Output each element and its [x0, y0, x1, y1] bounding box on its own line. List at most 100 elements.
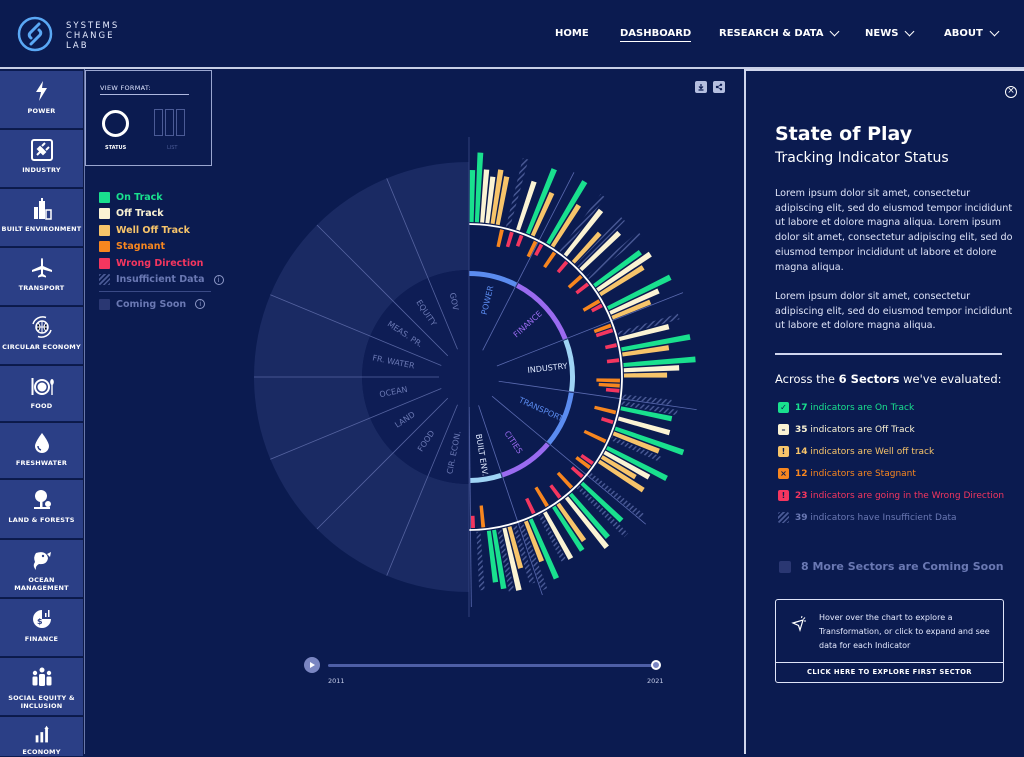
indicator-bar-on	[469, 170, 476, 223]
stat-count: 39	[795, 512, 808, 523]
timeline-end-label: 2021	[647, 677, 664, 685]
timeline-handle[interactable]	[651, 660, 661, 670]
sidebar-item-label: FINANCE	[24, 635, 59, 643]
sidebar-item-label: OCEAN MANAGEMENT	[14, 576, 69, 592]
stat-label: indicators are Off Track	[807, 424, 915, 435]
explore-first-sector-button[interactable]: CLICK HERE TO EXPLORE FIRST SECTOR	[776, 662, 1003, 683]
sidebar-item-social-equity-inclusion[interactable]: SOCIAL EQUITY & INCLUSION	[0, 658, 83, 716]
nav-label: ABOUT	[944, 28, 983, 39]
sector-divider	[468, 406, 472, 607]
people-icon	[32, 667, 51, 686]
stat-text: 35 indicators are Off Track	[795, 425, 915, 435]
sidebar-item-power[interactable]: POWER	[0, 71, 83, 129]
stat-text: 39 indicators have Insufficient Data	[795, 513, 957, 523]
indicator-stat-row: × 12 indicators are Stagnant	[778, 468, 916, 479]
sidebar-item-circular-economy[interactable]: CIRCULAR ECONOMY	[0, 307, 83, 365]
insufficient-data-icon	[778, 512, 789, 523]
indicator-bar-wrong	[470, 515, 476, 528]
indicator-bar-on	[525, 168, 557, 235]
sidebar-item-finance[interactable]: $ FINANCE	[0, 599, 83, 657]
stat-count: 23	[795, 490, 808, 501]
sector-label: INDUSTRY	[527, 361, 568, 374]
summary-bold: 6 Sectors	[838, 372, 900, 386]
indicator-bar-wrong	[505, 231, 514, 248]
nav-label: NEWS	[865, 28, 899, 39]
sidebar-item-label: ECONOMY	[22, 748, 61, 756]
globe-recycle-icon	[31, 316, 52, 338]
indicator-bar-stag	[534, 486, 549, 508]
timeline-track[interactable]	[328, 664, 656, 667]
chevron-down-icon	[904, 26, 915, 37]
stat-count: 14	[795, 446, 808, 457]
indicator-bar-wrong	[605, 387, 620, 393]
nav-label: DASHBOARD	[620, 28, 692, 39]
sidebar-item-label: FRESHWATER	[15, 459, 68, 467]
indicator-bar-stag	[556, 471, 574, 489]
indicator-bar-wrong	[575, 282, 590, 295]
nav-about[interactable]: ABOUT	[944, 26, 1000, 39]
indicator-stat-row: 39 indicators have Insufficient Data	[778, 512, 957, 523]
indicator-bar-on	[614, 426, 685, 456]
indicator-bar-stag	[583, 429, 607, 444]
timeline-start-label: 2011	[328, 677, 345, 685]
plug-icon	[30, 139, 53, 161]
summary-text: we've evaluated:	[899, 372, 1002, 386]
status-icon: ×	[778, 468, 789, 479]
indicator-bar-na	[506, 158, 529, 228]
nav-dashboard[interactable]: DASHBOARD	[620, 28, 692, 42]
coming-soon-text: 8 More Sectors are Coming Soon	[801, 560, 1004, 573]
stat-label: indicators are going in the Wrong Direct…	[807, 490, 1005, 501]
indicator-bar-wrong	[556, 260, 569, 274]
top-navigation-bar: SYSTEMS CHANGE LAB HOME DASHBOARD RESEAR…	[0, 0, 1024, 69]
sidebar-item-label: LAND & FORESTS	[8, 516, 75, 524]
indicator-stat-row: –35 indicators are Off Track	[778, 424, 915, 435]
radial-status-chart[interactable]: CIR. ECON.FOODLANDOCEANFR. WATERMEAS. PR…	[84, 70, 744, 650]
indicator-bar-wrong	[549, 484, 562, 499]
stat-count: 17	[795, 402, 808, 413]
hover-hint-text: Hover over the chart to explore a Transf…	[819, 613, 990, 650]
play-button[interactable]	[304, 657, 320, 673]
nav-label: RESEARCH & DATA	[719, 28, 824, 39]
indicator-bar-stag	[594, 405, 617, 415]
indicator-bar-off	[596, 251, 652, 292]
sidebar-item-ocean-management[interactable]: OCEAN MANAGEMENT	[0, 540, 83, 598]
nav-news[interactable]: NEWS	[865, 26, 915, 39]
stat-label: indicators are Stagnant	[807, 468, 916, 479]
sidebar-item-industry[interactable]: INDUSTRY	[0, 130, 83, 188]
nav-research-data[interactable]: RESEARCH & DATA	[719, 26, 840, 39]
brand-name: SYSTEMS CHANGE LAB	[66, 21, 119, 51]
panel-subtitle: Tracking Indicator Status	[775, 150, 949, 166]
sidebar-item-transport[interactable]: TRANSPORT	[0, 248, 83, 306]
hover-hint-box: Hover over the chart to explore a Transf…	[775, 599, 1004, 683]
sidebar-item-label: INDUSTRY	[22, 166, 61, 174]
sector-label: TRANSPORT	[517, 395, 565, 423]
sidebar-item-freshwater[interactable]: FRESHWATER	[0, 423, 83, 479]
systems-change-lab-logo[interactable]	[17, 16, 53, 52]
indicator-bar-stag	[596, 378, 620, 383]
sidebar-item-label: SOCIAL EQUITY & INCLUSION	[8, 694, 75, 710]
sidebar-item-economy[interactable]: ECONOMY	[0, 717, 83, 757]
coming-soon-swatch	[779, 560, 791, 573]
stat-text: 17 indicators are On Track	[795, 403, 914, 413]
sidebar-item-food[interactable]: FOOD	[0, 366, 83, 422]
sectors-summary: Across the 6 Sectors we've evaluated:	[775, 372, 1002, 386]
indicator-stat-row: ! 23 indicators are going in the Wrong Di…	[778, 490, 1004, 501]
stat-label: indicators are On Track	[807, 402, 915, 413]
sidebar-item-land-forests[interactable]: LAND & FORESTS	[0, 480, 83, 539]
plate-cutlery-icon	[31, 378, 54, 395]
buildings-icon	[33, 198, 52, 220]
stat-label: indicators have Insufficient Data	[807, 512, 957, 523]
brand-line: SYSTEMS	[66, 21, 120, 31]
indicator-stat-row: ! 14 indicators are Well off track	[778, 446, 934, 457]
sector-label: POWER	[480, 284, 496, 315]
nav-home[interactable]: HOME	[555, 28, 589, 39]
finance-pie-icon: $	[32, 610, 51, 628]
close-button[interactable]: ×	[1005, 86, 1017, 98]
status-icon: !	[778, 490, 789, 501]
sector-label: BUILT ENV.	[474, 433, 490, 476]
sidebar-item-built-environment[interactable]: BUILT ENVIRONMENT	[0, 189, 83, 247]
panel-title: State of Play	[775, 123, 913, 145]
airplane-icon	[31, 258, 52, 278]
status-icon: ✓	[778, 402, 789, 413]
bar-growth-icon	[35, 725, 49, 743]
